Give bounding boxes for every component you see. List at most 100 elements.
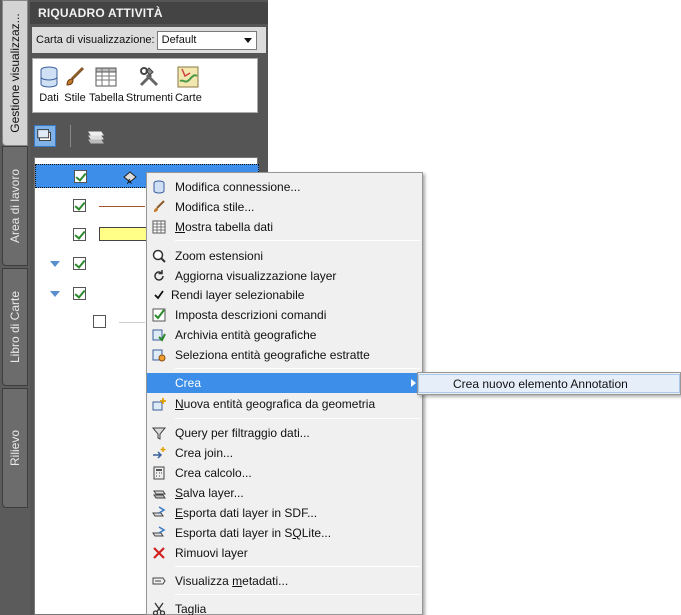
- menu-item-create-calc[interactable]: Crea calcolo...: [147, 463, 422, 483]
- display-map-value: Default: [161, 34, 197, 46]
- style-button-label: Stile: [64, 92, 86, 104]
- menu-item-label: Modifica stile...: [175, 200, 255, 214]
- svg-text:A: A: [127, 179, 132, 185]
- menu-item-refresh[interactable]: Aggiorna visualizzazione layer: [147, 266, 422, 286]
- table-button-label: Tabella: [89, 92, 124, 104]
- menu-separator: [175, 594, 420, 595]
- task-pane-title: RIQUADRO ATTIVITÀ: [30, 2, 268, 24]
- menu-item-selectable[interactable]: Rendi layer selezionabile: [147, 285, 422, 305]
- maps-button[interactable]: Carte: [175, 65, 202, 112]
- menu-item-label: Crea calcolo...: [175, 466, 252, 480]
- layer-visibility-checkbox[interactable]: [93, 315, 106, 328]
- expand-triangle-icon[interactable]: [50, 291, 60, 297]
- group-layers-icon[interactable]: [85, 125, 107, 147]
- menu-item-label: Imposta descrizioni comandi: [175, 308, 327, 322]
- refresh-icon: [154, 270, 164, 281]
- menu-item-save-layer[interactable]: Salva layer...: [147, 483, 422, 503]
- menu-item-label: Archivia entità geografiche: [175, 328, 317, 342]
- layer-visibility-checkbox[interactable]: [73, 199, 86, 212]
- menu-item-create[interactable]: Crea: [147, 373, 422, 393]
- menu-item-new-annotation[interactable]: Crea nuovo elemento Annotation: [418, 374, 680, 393]
- menu-item-select-checked-out[interactable]: Seleziona entità geografiche estratte: [147, 345, 422, 365]
- menu-item-edit-style[interactable]: Modifica stile...: [147, 197, 422, 217]
- menu-item-label: Zoom estensioni: [175, 249, 264, 263]
- select-features-icon: [152, 349, 166, 362]
- check-box-icon: [152, 308, 166, 322]
- menu-item-show-table[interactable]: Mostra tabella dati: [147, 217, 422, 237]
- menu-separator: [175, 240, 420, 241]
- tab-map-book-label: Libro di Carte: [8, 290, 22, 364]
- menu-item-edit-connection[interactable]: Modifica connessione...: [147, 177, 422, 197]
- menu-item-label: Esporta dati layer in SDF...: [175, 506, 318, 520]
- checkmark-icon: [154, 290, 164, 300]
- tab-display-manager-label: Gestione visualizzaz...: [8, 13, 22, 133]
- menu-separator: [175, 566, 420, 567]
- menu-item-label-rest: ostra tabella dati: [185, 220, 274, 234]
- menu-item-new-feature[interactable]: Nuova entità geografica da geometria: [147, 394, 422, 414]
- layer-visibility-checkbox[interactable]: [73, 287, 86, 300]
- join-icon: [153, 447, 166, 459]
- layer-visibility-checkbox[interactable]: [73, 228, 86, 241]
- menu-item-label: Seleziona entità geografiche estratte: [175, 348, 370, 362]
- layer-visibility-checkbox[interactable]: [74, 170, 87, 183]
- style-button[interactable]: Stile: [63, 65, 87, 112]
- menu-item-remove-layer[interactable]: Rimuovi layer: [147, 543, 422, 563]
- display-map-select[interactable]: Default: [156, 30, 257, 50]
- menu-item-export-sdf[interactable]: Esporta dati layer in SDF...: [147, 503, 422, 523]
- menu-item-label: Rendi layer selezionabile: [171, 288, 305, 302]
- table-button[interactable]: Tabella: [89, 65, 124, 112]
- tools-button[interactable]: Strumenti: [126, 65, 173, 112]
- draw-order-icon[interactable]: [34, 125, 56, 147]
- menu-item-tooltips[interactable]: Imposta descrizioni comandi: [147, 305, 422, 325]
- scissors-icon: [152, 602, 166, 615]
- toolbar-divider: [70, 125, 71, 147]
- menu-item-export-sqlite[interactable]: Esporta dati layer in SQLite...: [147, 523, 422, 543]
- menu-item-label: Rimuovi layer: [175, 546, 248, 560]
- display-map-row: Carta di visualizzazione: Default: [32, 27, 266, 53]
- menu-item-label-part: Esporta dati layer in S: [175, 526, 293, 540]
- menu-item-label-part: Visualizza: [175, 574, 233, 588]
- menu-item-label: Crea nuovo elemento Annotation: [453, 376, 628, 391]
- metadata-icon: [152, 577, 166, 585]
- save-layer-icon: [153, 490, 166, 499]
- chevron-down-icon: [243, 37, 252, 43]
- menu-item-query-filter[interactable]: Query per filtraggio dati...: [147, 423, 422, 443]
- database-icon: [40, 66, 58, 88]
- menu-item-cut[interactable]: Taglia: [147, 599, 422, 615]
- menu-item-label: Crea: [175, 376, 202, 390]
- create-submenu: Crea nuovo elemento Annotation: [417, 372, 681, 395]
- tools-icon: [140, 67, 159, 87]
- menu-separator: [175, 418, 420, 419]
- layer-visibility-checkbox[interactable]: [73, 257, 86, 270]
- layer-mini-toolbar: [34, 123, 107, 149]
- menu-item-label: Aggiorna visualizzazione layer: [175, 269, 337, 283]
- tab-survey[interactable]: Rilievo: [2, 388, 28, 508]
- polygon-style-swatch: [99, 227, 149, 241]
- tab-survey-label: Rilievo: [8, 429, 22, 467]
- menu-item-view-metadata[interactable]: Visualizza metadati...: [147, 571, 422, 591]
- tab-map-explorer[interactable]: Area di lavoro: [2, 146, 28, 266]
- export-icon: [152, 526, 166, 537]
- menu-item-label: Crea join...: [175, 446, 234, 460]
- tab-display-manager[interactable]: Gestione visualizzaz...: [2, 0, 28, 146]
- expand-triangle-icon[interactable]: [50, 261, 60, 267]
- menu-item-checkin[interactable]: Archivia entità geografiche: [147, 325, 422, 345]
- vertical-tab-strip: Gestione visualizzaz... Area di lavoro L…: [0, 0, 30, 615]
- menu-item-label: Visualizza metadati...: [175, 574, 289, 588]
- menu-item-label-rest: alva layer...: [183, 486, 244, 500]
- menu-item-label: Esporta dati layer in SQLite...: [175, 526, 332, 540]
- table-icon: [95, 67, 117, 87]
- zoom-icon: [152, 249, 166, 263]
- data-button[interactable]: Dati: [37, 65, 61, 112]
- menu-item-zoom-extents[interactable]: Zoom estensioni: [147, 246, 422, 266]
- screen: Gestione visualizzaz... Area di lavoro L…: [0, 0, 681, 615]
- menu-item-label-rest: sporta dati layer in SDF...: [183, 506, 318, 520]
- export-icon: [152, 506, 166, 517]
- menu-item-label: Salva layer...: [175, 486, 244, 500]
- tab-map-book[interactable]: Libro di Carte: [2, 268, 28, 386]
- menu-separator: [175, 368, 420, 369]
- menu-item-create-join[interactable]: Crea join...: [147, 443, 422, 463]
- menu-item-label-rest: uova entità geografica da geometria: [183, 397, 376, 411]
- brush-icon: [66, 66, 85, 86]
- menu-item-label-rest: etadati...: [242, 574, 289, 588]
